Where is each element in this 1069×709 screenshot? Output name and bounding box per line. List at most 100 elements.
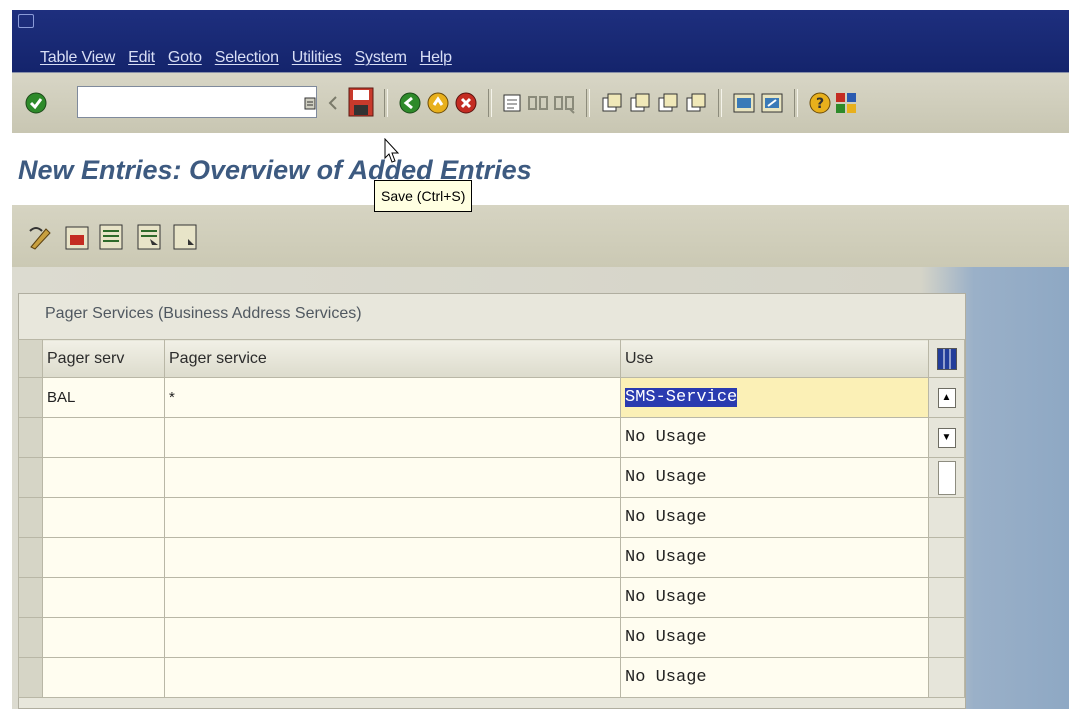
help-icon[interactable]: ? [808,91,832,115]
use-field[interactable]: No Usage [620,537,929,578]
last-page-icon[interactable] [684,91,708,115]
deselect-all-icon[interactable] [170,221,200,253]
row-selector[interactable] [18,617,43,658]
pager-service-field[interactable] [164,657,621,698]
mouse-cursor-icon [384,138,400,163]
table-row: No Usage [18,657,965,698]
use-field[interactable]: No Usage [620,417,929,458]
back-arrow-icon[interactable] [326,91,340,115]
use-field[interactable]: No Usage [620,497,929,538]
row-selector[interactable] [18,377,43,418]
menu-help[interactable]: Help [420,49,452,67]
scrollbar-track[interactable] [928,657,965,698]
table-row: No Usage [18,617,965,658]
row-selector[interactable] [18,457,43,498]
shortcut-icon[interactable] [760,91,784,115]
use-field[interactable]: No Usage [620,457,929,498]
table-row: No Usage [18,497,965,538]
pager-service-field[interactable]: * [164,377,621,418]
change-display-icon[interactable] [26,221,56,253]
select-all-icon[interactable] [96,221,126,253]
column-header-pager-service[interactable]: Pager service [164,339,621,378]
pager-serv-field[interactable] [42,617,165,658]
toolbar-separator [794,89,798,117]
menu-system[interactable]: System [355,49,407,67]
pager-service-field[interactable] [164,617,621,658]
use-value-selected: SMS-Service [625,388,738,407]
title-area: New Entries: Overview of Added Entries [12,133,1069,205]
command-field[interactable] [77,86,317,118]
layout-menu-icon[interactable] [834,91,858,115]
toolbar-separator [488,89,492,117]
enter-icon[interactable] [24,91,48,115]
menu-edit[interactable]: Edit [128,49,155,67]
toolbar-separator [718,89,722,117]
use-field[interactable]: SMS-Service [620,377,929,418]
select-all-rows-button[interactable] [18,339,43,378]
table-row: BAL * SMS-Service ▲ [18,377,965,418]
command-dropdown-icon[interactable] [302,91,318,115]
save-icon[interactable] [348,87,374,117]
scrollbar-cell: ▲ [928,377,965,418]
use-field[interactable]: No Usage [620,617,929,658]
scrollbar-cell: ▼ [928,417,965,458]
table-row: No Usage [18,457,965,498]
scrollbar-track[interactable] [928,537,965,578]
pager-serv-field[interactable] [42,497,165,538]
column-configuration-icon[interactable] [936,347,957,370]
scrollbar-thumb[interactable] [937,460,956,495]
scrollbar-track[interactable] [928,497,965,538]
scroll-down-button[interactable]: ▼ [937,427,956,448]
use-field[interactable]: No Usage [620,657,929,698]
row-selector[interactable] [18,537,43,578]
pager-serv-field[interactable] [42,417,165,458]
previous-page-icon[interactable] [628,91,652,115]
pager-services-table: Pager serv Pager service Use BAL * SMS-S… [18,339,965,698]
create-session-icon[interactable] [732,91,756,115]
scrollbar-cell [928,457,965,498]
menu-selection[interactable]: Selection [215,49,279,67]
table-row: No Usage [18,577,965,618]
pager-serv-field[interactable]: BAL [42,377,165,418]
pager-serv-field[interactable] [42,537,165,578]
menu-goto[interactable]: Goto [168,49,202,67]
scrollbar-track[interactable] [928,617,965,658]
use-field[interactable]: No Usage [620,577,929,618]
print-icon[interactable] [500,91,524,115]
menu-utilities[interactable]: Utilities [292,49,342,67]
back-icon[interactable] [398,91,422,115]
column-config-cell [928,339,965,378]
pager-service-field[interactable] [164,537,621,578]
row-selector[interactable] [18,577,43,618]
row-selector[interactable] [18,417,43,458]
title-bar: Table View Edit Goto Selection Utilities… [12,10,1069,72]
pager-service-field[interactable] [164,577,621,618]
cancel-icon[interactable] [454,91,478,115]
column-header-use[interactable]: Use [620,339,929,378]
pager-serv-field[interactable] [42,657,165,698]
pager-serv-field[interactable] [42,577,165,618]
scroll-up-button[interactable]: ▲ [937,387,956,408]
delete-icon[interactable] [62,221,92,253]
first-page-icon[interactable] [600,91,624,115]
system-menu-icon[interactable] [18,14,34,28]
svg-text:?: ? [816,96,824,112]
column-header-pager-serv[interactable]: Pager serv [42,339,165,378]
row-selector[interactable] [18,657,43,698]
pager-service-field[interactable] [164,497,621,538]
find-next-icon[interactable] [552,91,576,115]
standard-toolbar: ? [12,72,1069,134]
scrollbar-track[interactable] [928,577,965,618]
toolbar-separator [384,89,388,117]
table-row: No Usage ▼ [18,417,965,458]
menu-table-view[interactable]: Table View [40,49,115,67]
pager-serv-field[interactable] [42,457,165,498]
select-block-icon[interactable] [134,221,164,253]
row-selector[interactable] [18,497,43,538]
find-icon[interactable] [526,91,550,115]
pager-service-field[interactable] [164,417,621,458]
exit-icon[interactable] [426,91,450,115]
table-header-row: Pager serv Pager service Use [18,339,965,378]
pager-service-field[interactable] [164,457,621,498]
next-page-icon[interactable] [656,91,680,115]
